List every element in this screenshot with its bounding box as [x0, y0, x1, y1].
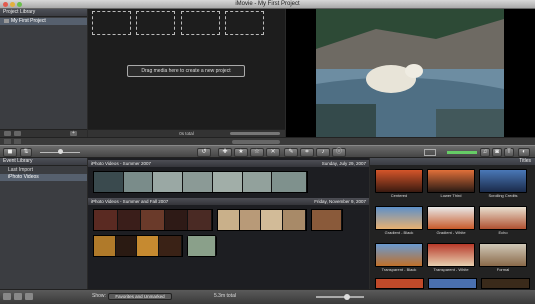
undo-button[interactable]: ↺: [197, 148, 211, 157]
photo-browser-button[interactable]: ◙: [492, 148, 502, 157]
add-project-button[interactable]: +: [70, 131, 77, 136]
keyword-button[interactable]: ✎: [284, 148, 298, 157]
project-browser: Drag media here to create a new project …: [88, 9, 285, 137]
play-event-button[interactable]: [14, 293, 22, 300]
project-library-header: Project Library: [0, 9, 87, 17]
project-footer: 0s total: [88, 129, 285, 137]
title-tile[interactable]: Centered: [375, 169, 423, 201]
event-header: iPhoto Videos - Summer 2007 Sunday, July…: [88, 160, 369, 167]
event-library-item-selected[interactable]: iPhoto Videos: [0, 174, 87, 181]
empty-clip-slot: [181, 11, 220, 35]
project-library-panel: Project Library My First Project +: [0, 9, 87, 137]
titles-header: Titles: [370, 158, 535, 166]
title-tile[interactable]: Gradient - White: [427, 206, 475, 238]
event-name: iPhoto Videos - Summer and Fall 2007: [91, 199, 169, 204]
event-header: iPhoto Videos - Summer and Fall 2007 Fri…: [88, 198, 369, 205]
video-clip[interactable]: [187, 235, 217, 257]
playhead-divider: [0, 137, 535, 145]
project-library-footer: +: [0, 129, 87, 137]
video-clip[interactable]: [93, 209, 213, 231]
fullscreen-play-button[interactable]: [25, 293, 33, 300]
event-total: 5.3m total: [214, 293, 236, 299]
frames-slider[interactable]: [316, 296, 364, 298]
add-selection-button[interactable]: ✚: [218, 148, 232, 157]
transitions-browser-button[interactable]: ◐: [518, 148, 530, 157]
video-clip[interactable]: [311, 209, 343, 231]
empty-clip-slot: [92, 11, 131, 35]
empty-clip-slot: [225, 11, 264, 35]
favorite-button[interactable]: ★: [234, 148, 248, 157]
event-library-header: Event Library: [0, 158, 87, 166]
viewer-frame-image: [316, 9, 504, 137]
event-library-item[interactable]: Last Import: [0, 167, 87, 174]
audio-adjust-button[interactable]: ♪: [316, 148, 330, 157]
main-toolbar: ◼ ⇅ ↺ ✚ ★ ☆ ✕ ✎ ⌗ ♪ ⓘ ♫ ◙ T ◐: [0, 145, 535, 158]
import-button[interactable]: [3, 293, 11, 300]
zoom-slider[interactable]: [230, 132, 280, 135]
video-clip[interactable]: [93, 235, 183, 257]
show-filter-dropdown[interactable]: Favorites and Unmarked: [108, 293, 172, 300]
title-bar: iMovie - My First Project: [0, 0, 535, 9]
crop-button[interactable]: ⌗: [300, 148, 314, 157]
reject-button[interactable]: ✕: [266, 148, 280, 157]
show-library-button[interactable]: [4, 131, 11, 136]
window-title: iMovie - My First Project: [235, 1, 300, 7]
frames-slider-knob[interactable]: [344, 294, 350, 300]
title-tile-row: [375, 278, 530, 289]
event-name: iPhoto Videos - Summer 2007: [91, 161, 151, 166]
info-button[interactable]: ⓘ: [332, 148, 346, 157]
title-tile[interactable]: Transparent - Black: [375, 243, 423, 275]
show-events-button[interactable]: [4, 139, 11, 144]
project-item[interactable]: My First Project: [0, 18, 87, 25]
title-tile[interactable]: Formal: [479, 243, 527, 275]
empty-clip-slot: [136, 11, 175, 35]
volume-knob[interactable]: [58, 149, 63, 154]
play-button[interactable]: [14, 131, 21, 136]
project-item-label: My First Project: [11, 18, 46, 24]
event-browser: iPhoto Videos - Summer 2007 Sunday, July…: [88, 158, 369, 289]
video-viewer: [286, 9, 535, 137]
titles-browser: Titles Centered Lower Third Scrolling Cr…: [370, 158, 535, 289]
camera-import-button[interactable]: ◼: [3, 148, 17, 157]
bottom-bar: Show: Favorites and Unmarked 5.3m total: [0, 289, 535, 304]
event-date: Friday, November 9, 2007: [314, 199, 366, 204]
audio-level-meter: [447, 151, 477, 154]
title-tile[interactable]: Transparent - White: [427, 243, 475, 275]
title-tile[interactable]: Lower Third: [427, 169, 475, 201]
unmark-button[interactable]: ☆: [250, 148, 264, 157]
project-icon: [4, 18, 9, 23]
event-library-panel: Event Library Last Import iPhoto Videos: [0, 158, 87, 289]
titles-browser-button[interactable]: T: [504, 148, 514, 157]
title-tile[interactable]: Scrolling Credits: [479, 169, 527, 201]
title-tile[interactable]: Echo: [479, 206, 527, 238]
show-label: Show:: [92, 293, 106, 299]
music-button[interactable]: [424, 149, 436, 156]
drag-media-hint[interactable]: Drag media here to create a new project: [127, 65, 245, 77]
fullscreen-button[interactable]: [14, 139, 21, 144]
video-clip[interactable]: [93, 171, 308, 193]
event-date: Sunday, July 29, 2007: [321, 161, 366, 166]
title-tile[interactable]: Gradient - Black: [375, 206, 423, 238]
video-clip[interactable]: [217, 209, 307, 231]
swap-button[interactable]: ⇅: [20, 148, 32, 157]
thumbnail-slider[interactable]: [232, 140, 280, 144]
music-browser-button[interactable]: ♫: [480, 148, 490, 157]
